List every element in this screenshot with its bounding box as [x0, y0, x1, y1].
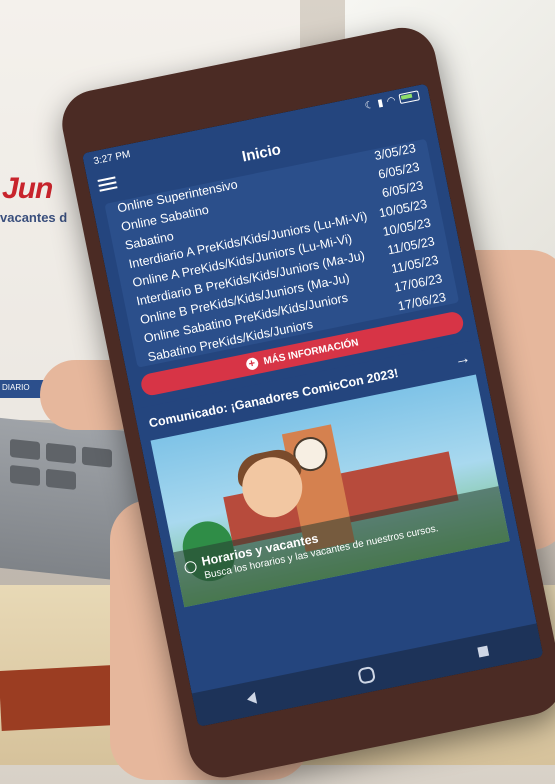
signal-icon: ▮	[376, 97, 385, 109]
arrow-right-icon: →	[453, 349, 473, 370]
moon-icon: ☾	[363, 99, 375, 112]
background-brand-text: Jun	[2, 172, 53, 205]
recent-square-icon[interactable]	[477, 645, 490, 658]
page-title: Inicio	[240, 140, 283, 166]
battery-icon	[398, 90, 421, 105]
keyboard-key	[46, 468, 76, 490]
background-sub-text: vacantes d	[0, 210, 68, 225]
more-info-label: MÁS INFORMACIÓN	[262, 336, 360, 367]
system-navbar	[191, 623, 544, 727]
home-circle-icon[interactable]	[357, 665, 377, 685]
wifi-icon: ◠	[385, 94, 397, 108]
back-triangle-icon[interactable]	[245, 691, 257, 706]
keyboard-key	[46, 442, 76, 464]
clock-icon	[183, 560, 198, 575]
keyboard-key	[10, 464, 40, 487]
plus-circle-icon: +	[244, 356, 259, 371]
keyboard-key	[10, 438, 40, 461]
keyboard-key	[82, 446, 112, 468]
hamburger-menu-icon[interactable]	[97, 173, 118, 194]
